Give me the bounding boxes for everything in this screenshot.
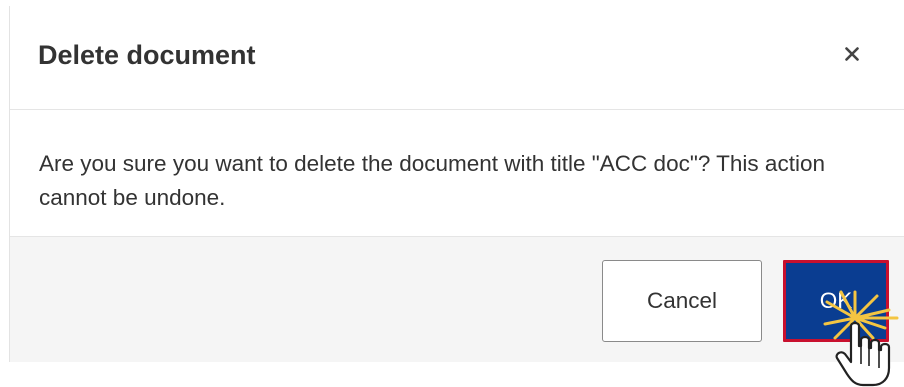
delete-document-dialog: Delete document Are you sure you want to… — [9, 6, 904, 362]
dialog-body: Are you sure you want to delete the docu… — [10, 110, 904, 236]
dialog-footer: Cancel OK — [10, 236, 904, 362]
confirmation-message: Are you sure you want to delete the docu… — [39, 151, 825, 210]
cancel-button[interactable]: Cancel — [602, 260, 762, 342]
ok-button[interactable]: OK — [783, 260, 889, 342]
dialog-header: Delete document — [10, 6, 904, 110]
close-icon — [845, 47, 859, 61]
dialog-title: Delete document — [38, 40, 256, 70]
close-button[interactable] — [837, 36, 867, 72]
